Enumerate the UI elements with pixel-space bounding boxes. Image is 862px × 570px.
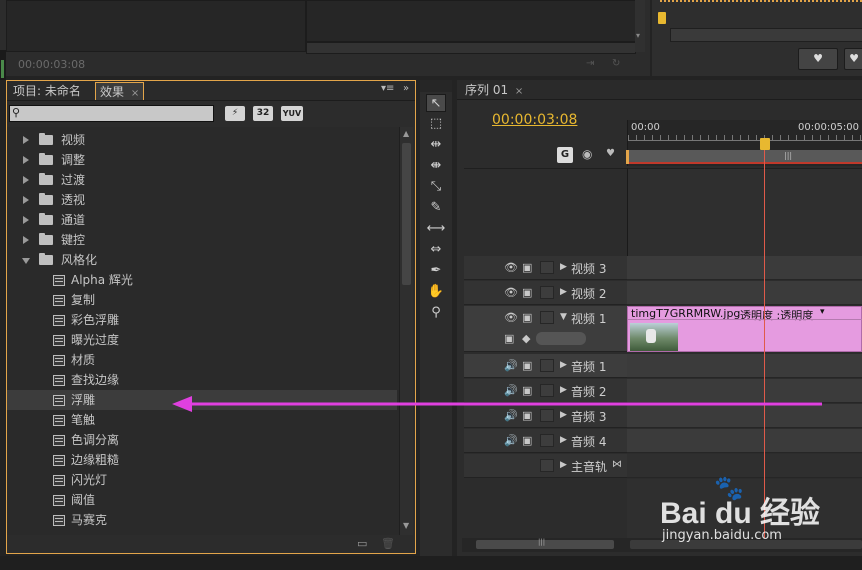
watermark-url: jingyan.baidu.com [662, 528, 782, 543]
annotation-arrow-head [172, 396, 192, 412]
paw-icon: 🐾 [714, 474, 744, 502]
baidu-watermark: Bai du 经验 jingyan.baidu.com 🐾 [660, 474, 860, 554]
status-bar [0, 556, 862, 570]
